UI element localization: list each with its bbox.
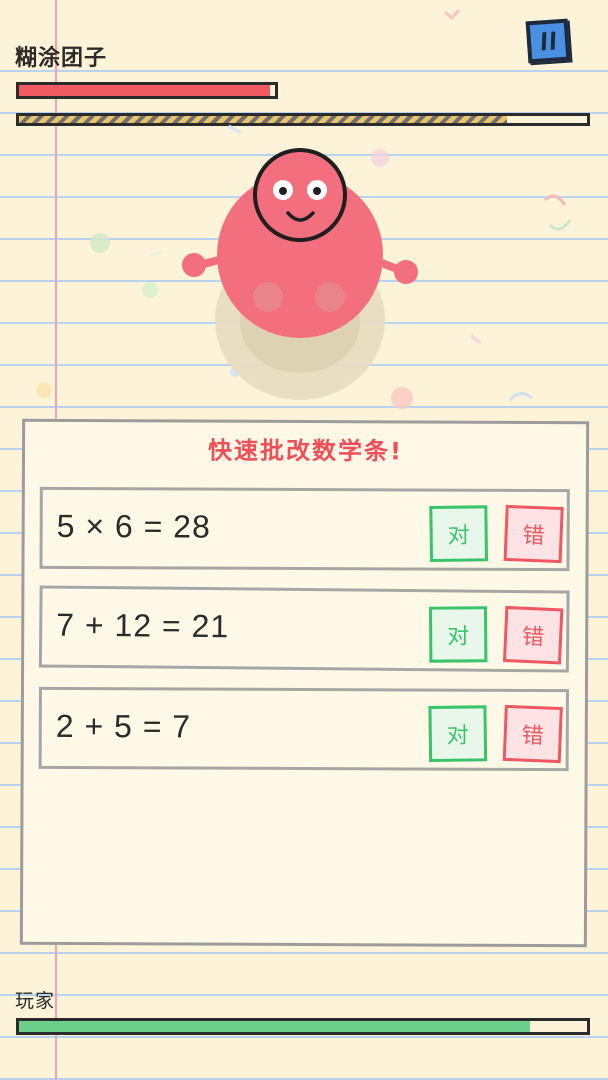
equation-text: 7 + 12 = 21 bbox=[56, 606, 230, 645]
mark-wrong-button[interactable]: 错 bbox=[503, 504, 564, 564]
quiz-prompt: 快速批改数学条! bbox=[207, 436, 404, 466]
mark-correct-button[interactable]: 对 bbox=[429, 505, 489, 563]
equation-text: 5 × 6 = 28 bbox=[56, 507, 211, 545]
mark-wrong-button[interactable]: 错 bbox=[502, 704, 563, 764]
player-health-fill bbox=[19, 1021, 531, 1032]
player-name: 玩家 bbox=[15, 990, 56, 1012]
mark-wrong-button[interactable]: 错 bbox=[502, 605, 564, 665]
equation-row: 7 + 12 = 21 对 错 bbox=[38, 585, 570, 673]
mark-correct-button[interactable]: 对 bbox=[428, 705, 488, 763]
equation-row: 5 × 6 = 28 对 错 bbox=[39, 486, 570, 572]
player-health-bar bbox=[16, 1018, 590, 1035]
equation-row: 2 + 5 = 7 对 错 bbox=[38, 686, 569, 772]
equation-text: 2 + 5 = 7 bbox=[55, 707, 192, 745]
quiz-panel: 快速批改数学条! 5 × 6 = 28 对 错 7 + 12 = 21 对 错 … bbox=[19, 418, 590, 948]
monster-character[interactable] bbox=[170, 145, 430, 405]
mark-correct-button[interactable]: 对 bbox=[428, 606, 488, 663]
